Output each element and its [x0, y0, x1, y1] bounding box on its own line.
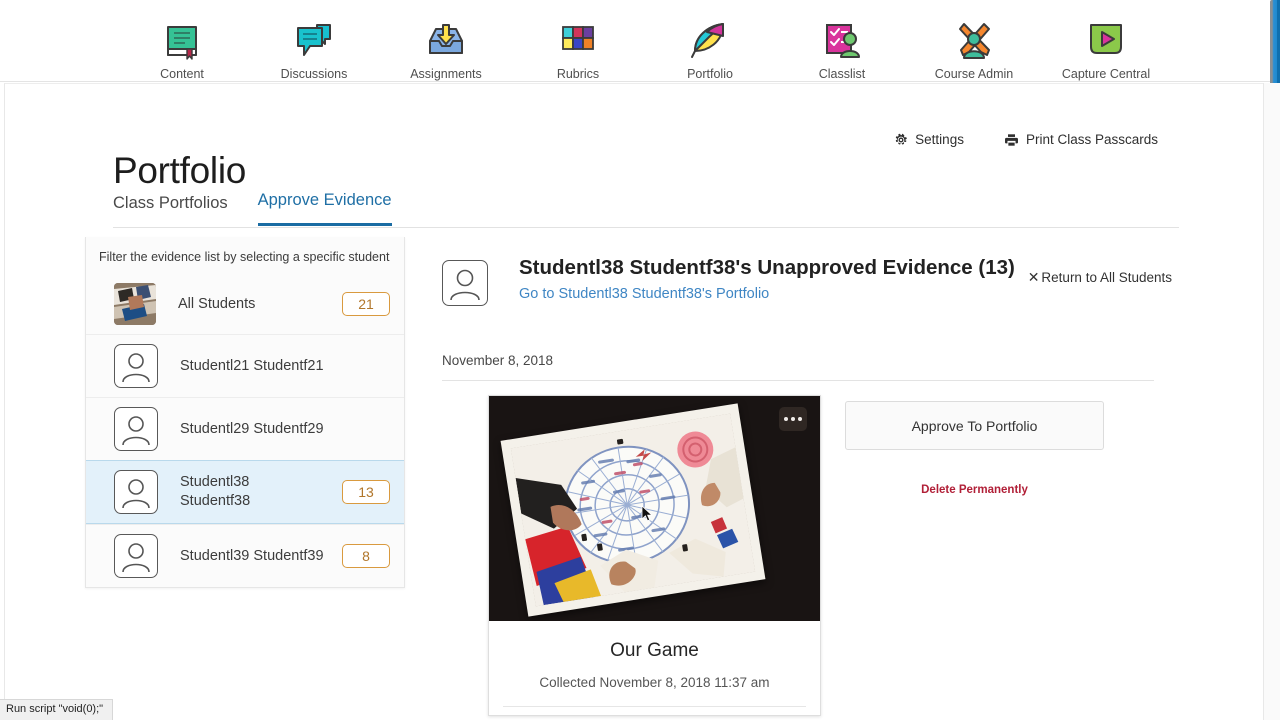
- evidence-card[interactable]: Our Game Collected November 8, 2018 11:3…: [488, 395, 821, 716]
- page-right-gutter: [1263, 83, 1280, 720]
- gear-icon: [894, 133, 908, 147]
- sidebar-item-studentl21[interactable]: Studentl21 Studentf21: [86, 334, 404, 397]
- avatar-placeholder-icon: [114, 407, 158, 451]
- tabs-divider: [113, 227, 1179, 228]
- header-actions: Settings Print Class Passcards: [894, 132, 1158, 147]
- avatar-placeholder-icon: [114, 344, 158, 388]
- leaf-icon: [687, 19, 733, 65]
- nav-label: Portfolio: [687, 67, 733, 81]
- student-filter-sidebar: Filter the evidence list by selecting a …: [85, 237, 405, 588]
- sidebar-item-studentl29[interactable]: Studentl29 Studentf29: [86, 397, 404, 460]
- wrench-person-icon: [951, 19, 997, 65]
- return-to-all-students-button[interactable]: ✕ Return to All Students: [1028, 269, 1172, 286]
- printer-icon: [1004, 133, 1019, 147]
- avatar-placeholder-icon: [114, 470, 158, 514]
- evidence-photo-frame: [500, 403, 766, 617]
- nav-label: Rubrics: [556, 67, 600, 81]
- book-icon: [159, 19, 205, 65]
- evidence-card-footer: [489, 707, 820, 715]
- nav-label: Content: [160, 67, 204, 81]
- app-root: Content Discussions Assignments Rubrics …: [0, 0, 1280, 720]
- evidence-header: Studentl38 Studentf38's Unapproved Evide…: [442, 255, 1172, 306]
- sidebar-item-studentl38[interactable]: Studentl38 Studentf38 13: [86, 460, 404, 524]
- inbox-down-arrow-icon: [423, 19, 469, 65]
- evidence-collected-date: Collected November 8, 2018 11:37 am: [539, 675, 770, 690]
- evidence-count-badge: 21: [342, 292, 390, 316]
- settings-label: Settings: [915, 132, 964, 147]
- evidence-date-divider: [442, 380, 1154, 381]
- evidence-thumbnail[interactable]: [489, 396, 820, 621]
- ellipsis-icon-dot: [784, 417, 788, 421]
- evidence-count-badge: 8: [342, 544, 390, 568]
- evidence-options-button[interactable]: [779, 407, 807, 431]
- evidence-caption: Our Game Collected November 8, 2018 11:3…: [489, 621, 820, 706]
- tab-class-portfolios[interactable]: Class Portfolios: [113, 194, 228, 226]
- evidence-heading: Studentl38 Studentf38's Unapproved Evide…: [519, 256, 1015, 279]
- nav-item-capture-central[interactable]: Capture Central: [1040, 3, 1172, 81]
- close-icon: ✕: [1027, 269, 1040, 285]
- nav-item-rubrics[interactable]: Rubrics: [512, 3, 644, 81]
- student-name: Studentl38 Studentf38: [180, 474, 251, 509]
- evidence-header-text: Studentl38 Studentf38's Unapproved Evide…: [519, 255, 1028, 302]
- browser-status-bar: Run script "void(0);": [0, 699, 114, 720]
- nav-label: Classlist: [818, 67, 866, 81]
- evidence-count-badge: 13: [342, 480, 390, 504]
- student-name: Studentl39 Studentf39: [180, 547, 324, 564]
- nav-item-discussions[interactable]: Discussions: [248, 3, 380, 81]
- student-avatar-placeholder-icon: [442, 260, 488, 306]
- evidence-actions: Approve To Portfolio Delete Permanently: [845, 401, 1104, 496]
- settings-button[interactable]: Settings: [894, 132, 964, 147]
- print-label: Print Class Passcards: [1025, 132, 1158, 147]
- page-title: Portfolio: [113, 149, 247, 191]
- nav-item-classlist[interactable]: Classlist: [776, 3, 908, 81]
- print-class-passcards-button[interactable]: Print Class Passcards: [1004, 132, 1158, 147]
- ellipsis-icon-dot: [798, 417, 802, 421]
- delete-permanently-button[interactable]: Delete Permanently: [845, 484, 1104, 496]
- student-name: All Students: [178, 295, 256, 312]
- nav-item-content[interactable]: Content: [116, 3, 248, 81]
- sidebar-hint: Filter the evidence list by selecting a …: [99, 250, 390, 264]
- nav-label: Capture Central: [1061, 67, 1151, 81]
- play-button-icon: [1083, 19, 1129, 65]
- approve-to-portfolio-button[interactable]: Approve To Portfolio: [845, 401, 1104, 450]
- evidence-photo: [510, 413, 756, 607]
- avatar-placeholder-icon: [114, 534, 158, 578]
- nav-label: Assignments: [410, 67, 482, 81]
- return-label: Return to All Students: [1041, 270, 1172, 285]
- ellipsis-icon-dot: [791, 417, 795, 421]
- speech-bubbles-icon: [291, 19, 337, 65]
- grid-squares-icon: [555, 19, 601, 65]
- all-students-avatar: [114, 283, 156, 325]
- course-navbar: Content Discussions Assignments Rubrics …: [0, 0, 1280, 82]
- nav-item-assignments[interactable]: Assignments: [380, 3, 512, 81]
- sidebar-item-all-students[interactable]: All Students 21: [86, 274, 404, 334]
- evidence-date-group: November 8, 2018: [442, 353, 554, 368]
- go-to-portfolio-link[interactable]: Go to Studentl38 Studentf38's Portfolio: [519, 286, 1028, 302]
- student-name: Studentl21 Studentf21: [180, 357, 324, 374]
- nav-item-course-admin[interactable]: Course Admin: [908, 3, 1040, 81]
- student-name: Studentl29 Studentf29: [180, 420, 324, 437]
- portfolio-tabs: Class Portfolios Approve Evidence: [113, 191, 392, 226]
- tab-approve-evidence[interactable]: Approve Evidence: [257, 191, 392, 226]
- checklist-person-icon: [819, 19, 865, 65]
- nav-item-portfolio[interactable]: Portfolio: [644, 3, 776, 81]
- evidence-title: Our Game: [610, 640, 699, 661]
- nav-label: Discussions: [280, 67, 348, 81]
- sidebar-item-studentl39[interactable]: Studentl39 Studentf39 8: [86, 524, 404, 587]
- nav-label: Course Admin: [934, 67, 1014, 81]
- evidence-panel: Studentl38 Studentf38's Unapproved Evide…: [442, 255, 1172, 716]
